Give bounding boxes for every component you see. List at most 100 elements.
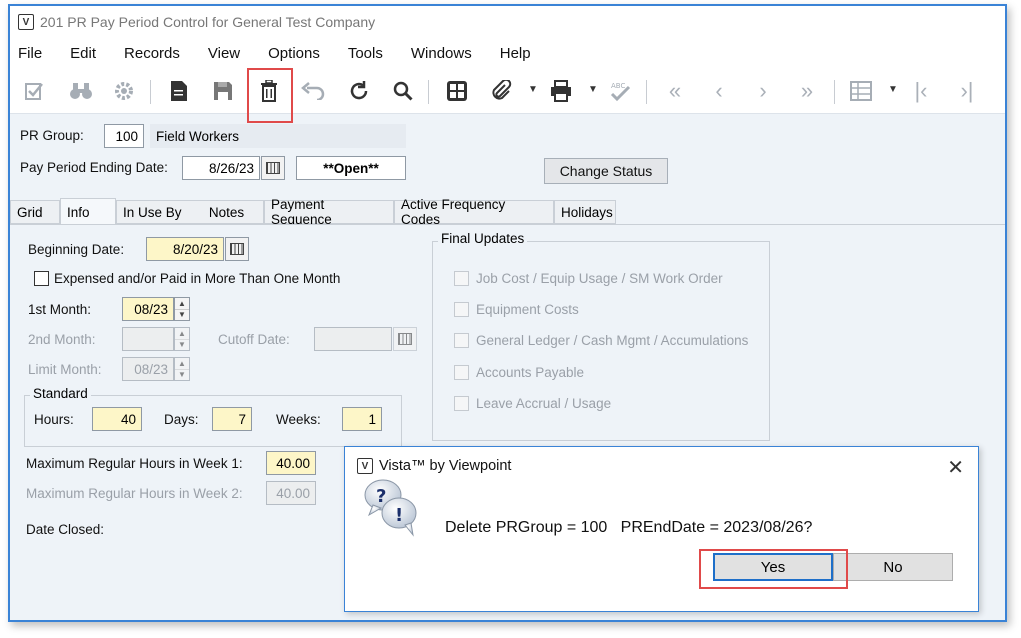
svg-text:?: ? (376, 486, 386, 507)
calendar-icon[interactable] (393, 327, 417, 351)
first-record-icon[interactable]: « (662, 78, 688, 104)
toolbar: ▼ ▼ ABC « ‹ › » ▼ |‹ ›| (10, 68, 1005, 114)
final-updates-title: Final Updates (438, 231, 528, 246)
menu-records[interactable]: Records (124, 45, 180, 62)
menu-windows[interactable]: Windows (411, 45, 472, 62)
tab-grid[interactable]: Grid (10, 200, 60, 224)
weeks-input[interactable]: 1 (342, 407, 382, 431)
status-field: **Open** (296, 156, 406, 180)
svg-text:!: ! (395, 505, 403, 526)
app-icon: V (18, 14, 34, 30)
window-title: 201 PR Pay Period Control for General Te… (40, 14, 376, 30)
final-update-label-ap: Accounts Payable (476, 365, 585, 380)
final-update-checkbox-ap[interactable] (454, 365, 469, 380)
second-month-input[interactable] (122, 327, 174, 351)
menu-file[interactable]: File (18, 45, 42, 62)
max-week2-label: Maximum Regular Hours in Week 2: (26, 486, 243, 501)
gear-icon[interactable] (111, 78, 137, 104)
limit-month-label: Limit Month: (28, 362, 102, 377)
dialog-title: Vista™ by Viewpoint (379, 458, 512, 474)
undo-icon[interactable] (300, 78, 326, 104)
menu-options[interactable]: Options (268, 45, 320, 62)
new-document-icon[interactable] (166, 78, 192, 104)
calendar-icon[interactable] (225, 237, 249, 261)
app-icon: V (357, 458, 373, 474)
max-week1-input[interactable]: 40.00 (266, 451, 316, 475)
menu-view[interactable]: View (208, 45, 240, 62)
grid-dropdown-icon[interactable]: ▼ (888, 84, 898, 95)
first-icon[interactable]: |‹ (908, 78, 934, 104)
grid-icon[interactable] (848, 78, 874, 104)
spellcheck-icon[interactable]: ABC (608, 78, 634, 104)
tab-strip: Grid Info In Use By Notes Payment Sequen… (10, 197, 1005, 227)
dialog-title-bar: V Vista™ by Viewpoint (345, 447, 978, 485)
pay-period-date-input[interactable]: 8/26/23 (182, 156, 260, 180)
hours-label: Hours: (34, 412, 74, 427)
main-window: V 201 PR Pay Period Control for General … (8, 4, 1007, 622)
limit-month-spinner[interactable]: ▲ ▼ (174, 357, 190, 381)
menu-tools[interactable]: Tools (348, 45, 383, 62)
confirm-dialog: V Vista™ by Viewpoint ✕ ? ! Delete PRGro… (344, 446, 979, 612)
next-record-icon[interactable]: › (750, 78, 776, 104)
dialog-message: Delete PRGroup = 100 PREndDate = 2023/08… (445, 519, 813, 536)
tab-active-frequency-codes[interactable]: Active Frequency Codes (394, 197, 554, 227)
attachment-icon[interactable] (488, 78, 514, 104)
tab-payment-sequence[interactable]: Payment Sequence (264, 197, 394, 227)
second-month-label: 2nd Month: (28, 332, 96, 347)
change-status-button[interactable]: Change Status (544, 158, 668, 184)
calendar-icon[interactable] (261, 156, 285, 180)
dialog-body (345, 485, 978, 611)
pay-period-label: Pay Period Ending Date: (20, 160, 168, 175)
print-dropdown-icon[interactable]: ▼ (588, 84, 598, 95)
svg-text:ABC: ABC (611, 82, 625, 90)
pr-group-input[interactable]: 100 (104, 124, 144, 148)
hours-input[interactable]: 40 (92, 407, 142, 431)
standard-title: Standard (30, 386, 91, 401)
tab-holidays[interactable]: Holidays (554, 200, 616, 224)
no-button[interactable]: No (833, 553, 953, 581)
save-icon[interactable] (210, 78, 236, 104)
pr-group-label: PR Group: (20, 128, 84, 143)
menu-edit[interactable]: Edit (70, 45, 96, 62)
tab-notes[interactable]: Notes (190, 200, 264, 224)
final-update-label-gl: General Ledger / Cash Mgmt / Accumulatio… (476, 333, 749, 348)
second-month-spinner[interactable]: ▲ ▼ (174, 327, 190, 351)
first-month-input[interactable]: 08/23 (122, 297, 174, 321)
first-month-spinner[interactable]: ▲ ▼ (174, 297, 190, 321)
previous-record-icon[interactable]: ‹ (706, 78, 732, 104)
cutoff-date-label: Cutoff Date: (218, 332, 290, 347)
beginning-date-input[interactable]: 8/20/23 (146, 237, 224, 261)
menu-help[interactable]: Help (500, 45, 531, 62)
weeks-label: Weeks: (276, 412, 321, 427)
final-update-checkbox-leave[interactable] (454, 396, 469, 411)
binoculars-icon[interactable] (68, 78, 94, 104)
limit-month-input[interactable]: 08/23 (122, 357, 174, 381)
tab-info[interactable]: Info (60, 198, 116, 225)
close-icon[interactable]: ✕ (947, 455, 964, 480)
final-update-checkbox-gl[interactable] (454, 333, 469, 348)
yes-button[interactable]: Yes (713, 553, 833, 581)
attachment-dropdown-icon[interactable]: ▼ (528, 84, 538, 95)
edit-check-icon[interactable] (22, 78, 48, 104)
days-input[interactable]: 7 (212, 407, 252, 431)
title-bar: V 201 PR Pay Period Control for General … (10, 6, 1005, 38)
multi-month-label: Expensed and/or Paid in More Than One Mo… (54, 271, 341, 286)
refresh-icon[interactable] (346, 78, 372, 104)
calculator-icon[interactable] (444, 78, 470, 104)
print-icon[interactable] (548, 78, 574, 104)
cutoff-date-input[interactable] (314, 327, 392, 351)
last-icon[interactable]: ›| (954, 78, 980, 104)
final-update-checkbox-equipment[interactable] (454, 302, 469, 317)
multi-month-checkbox[interactable] (34, 271, 49, 286)
question-icon: ? ! (363, 477, 419, 537)
menu-bar: File Edit Records View Options Tools Win… (10, 38, 1005, 68)
final-update-checkbox-job-cost[interactable] (454, 271, 469, 286)
final-update-label-job-cost: Job Cost / Equip Usage / SM Work Order (476, 271, 723, 286)
last-record-icon[interactable]: » (794, 78, 820, 104)
pr-group-description: Field Workers (150, 124, 406, 148)
max-week2-input[interactable]: 40.00 (266, 481, 316, 505)
days-label: Days: (164, 412, 199, 427)
delete-icon[interactable] (256, 78, 282, 104)
search-icon[interactable] (390, 78, 416, 104)
final-update-label-leave: Leave Accrual / Usage (476, 396, 612, 411)
